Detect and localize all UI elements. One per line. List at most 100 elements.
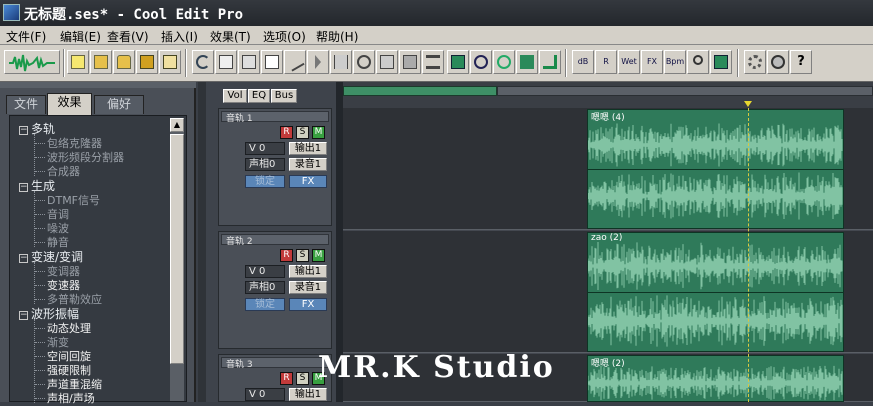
zoom-overview-bar[interactable] [343,86,497,96]
copy-button[interactable] [215,50,237,74]
track-2-header[interactable]: 音轨 2 [221,234,329,247]
track-lane-2[interactable]: zao (2) [343,231,873,353]
tab-effects[interactable]: 效果 [47,93,92,115]
pan-icon [520,55,534,69]
audio-clip[interactable]: 嗯嗯 (2) [587,355,844,402]
save-button[interactable] [136,50,158,74]
menu-effects[interactable]: 效果(T) [210,28,251,45]
bpm-button[interactable]: Bpm [664,50,686,74]
menu-help[interactable]: 帮助(H) [316,28,358,45]
waveform-edit-icon [9,54,55,72]
playhead-line [748,108,749,402]
menu-insert[interactable]: 插入(I) [161,28,198,45]
lock-button[interactable] [376,50,398,74]
loop-button[interactable] [353,50,375,74]
zoom-cursor-button[interactable] [687,50,709,74]
collapse-icon[interactable]: − [19,126,28,135]
record-arm-button[interactable]: R [280,126,293,139]
menu-edit[interactable]: 编辑(E) [60,28,101,45]
mute-button[interactable]: M [312,126,325,139]
fx-button[interactable]: FX [641,50,663,74]
tab-files[interactable]: 文件 [6,95,46,114]
track-name: 音轨 1 [226,114,253,124]
timeline-ruler[interactable] [343,82,873,108]
track-3-header[interactable]: 音轨 3 [221,357,329,370]
help-button[interactable]: ? [790,50,812,74]
volume-field[interactable]: V 0 [245,388,285,401]
output-button[interactable]: 输出1 [289,265,327,278]
record-arm-button[interactable]: R [280,249,293,262]
mute-button[interactable]: M [312,249,325,262]
align-button[interactable] [422,50,444,74]
split-button[interactable] [330,50,352,74]
track-lane-1[interactable]: 嗯嗯 (4) [343,108,873,230]
pan-button[interactable] [516,50,538,74]
wet-dry-button[interactable]: Wet [618,50,640,74]
tab-favorites[interactable]: 偏好 [94,95,144,114]
mix-paste-button[interactable] [238,50,260,74]
mixer-button[interactable] [710,50,732,74]
zoom-overview-track[interactable] [497,86,873,96]
output-button[interactable]: 输出1 [289,142,327,155]
volume-field[interactable]: V 0 [245,265,285,278]
trim-icon [315,55,321,69]
lock-button[interactable]: 锁定 [245,298,285,311]
audio-clip[interactable]: zao (2) [587,232,844,352]
tab-bus[interactable]: Bus [271,89,297,103]
waveform [588,123,843,167]
menu-file[interactable]: 文件(F) [6,28,46,45]
fx-button[interactable]: FX [289,175,327,188]
pan-envelope-button[interactable]: R [595,50,617,74]
menu-view[interactable]: 查看(V) [107,28,149,45]
collapse-icon[interactable]: − [19,183,28,192]
pan-field[interactable]: 声相0 [245,281,285,294]
menu-options[interactable]: 选项(O) [263,28,306,45]
collapse-icon[interactable]: − [19,311,28,320]
audio-clip[interactable]: 嗯嗯 (4) [587,109,844,229]
mix-paste-icon [242,55,256,69]
waveform [588,172,843,220]
save-all-button[interactable] [159,50,181,74]
open-file-button[interactable] [90,50,112,74]
fx-button[interactable]: FX [289,298,327,311]
tab-eq[interactable]: EQ [248,89,270,103]
envelope-button[interactable] [470,50,492,74]
record-input-button[interactable]: 录音1 [289,281,327,294]
lock-icon [380,55,394,69]
snap-button[interactable] [447,50,469,74]
route-icon [543,55,557,69]
waveform [588,365,843,401]
waveform-edit-toggle-button[interactable] [4,50,60,74]
pan-field[interactable]: 声相0 [245,158,285,171]
solo-button[interactable]: S [296,372,309,385]
undo-button[interactable] [192,50,214,74]
envelope-icon [474,55,488,69]
trim-button[interactable] [307,50,329,74]
open-append-button[interactable] [113,50,135,74]
tree-scrollbar[interactable]: ▲ [170,118,184,401]
record-input-button[interactable]: 录音1 [289,158,327,171]
group-button[interactable] [399,50,421,74]
collapse-icon[interactable]: − [19,254,28,263]
output-button[interactable]: 输出1 [289,388,327,401]
scroll-up-arrow-icon[interactable]: ▲ [170,118,184,132]
playhead-marker-icon[interactable] [744,101,752,107]
solo-button[interactable]: S [296,126,309,139]
cd-button[interactable] [767,50,789,74]
cut-button[interactable] [284,50,306,74]
tree-item[interactable]: 声相/声场 [47,390,95,406]
settings-button[interactable] [744,50,766,74]
new-file-button[interactable] [67,50,89,74]
record-arm-button[interactable]: R [280,372,293,385]
volume-envelope-button[interactable]: dB [572,50,594,74]
lock-button[interactable]: 锁定 [245,175,285,188]
track-1-header[interactable]: 音轨 1 [221,111,329,124]
route-button[interactable] [539,50,561,74]
insert-button[interactable] [261,50,283,74]
tab-vol[interactable]: Vol [223,89,247,103]
volume-field[interactable]: V 0 [245,142,285,155]
solo-button[interactable]: S [296,249,309,262]
app-logo-icon[interactable] [3,4,20,21]
time-stretch-button[interactable] [493,50,515,74]
scroll-thumb[interactable] [170,134,184,364]
